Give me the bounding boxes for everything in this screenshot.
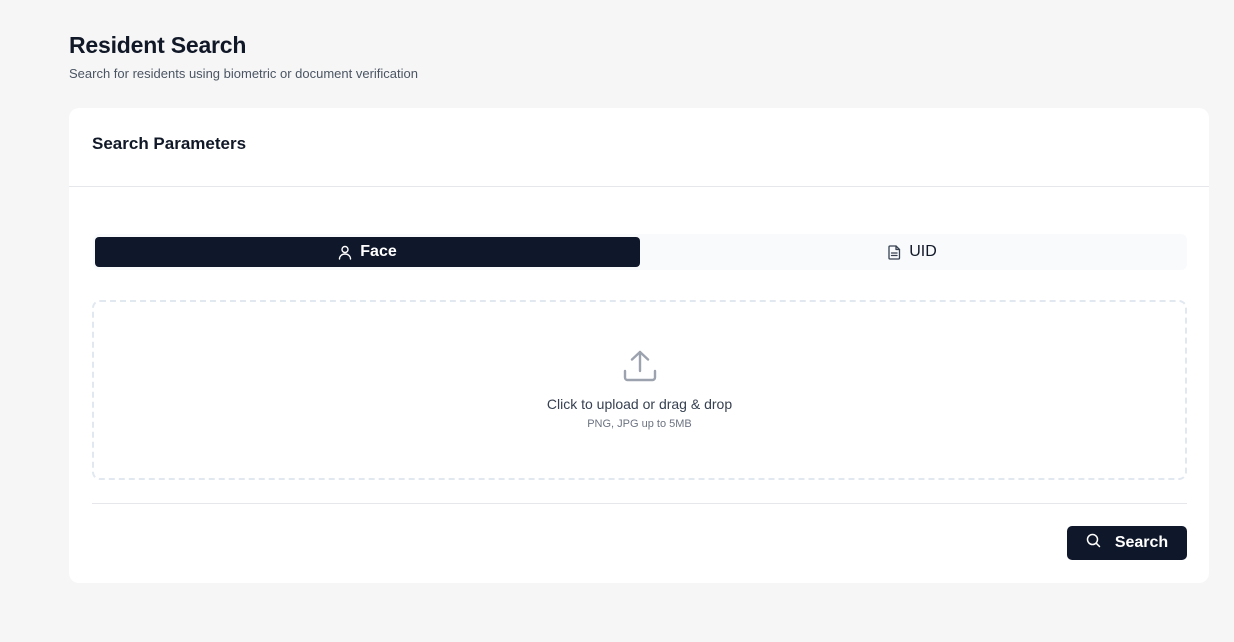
upload-primary-text: Click to upload or drag & drop — [546, 396, 733, 412]
page-subtitle: Search for residents using biometric or … — [69, 66, 418, 81]
divider — [92, 503, 1187, 504]
page-header: Resident Search Search for residents usi… — [69, 30, 418, 83]
upload-secondary-text: PNG, JPG up to 5MB — [587, 418, 692, 430]
tab-uid-label: UID — [909, 243, 937, 260]
tab-uid[interactable]: UID — [640, 237, 1185, 267]
page: Resident Search Search for residents usi… — [0, 0, 1234, 642]
search-mode-tabs: Face UID — [93, 234, 1187, 270]
upload-dropzone[interactable]: Click to upload or drag & drop PNG, JPG … — [92, 300, 1187, 480]
search-icon — [1086, 533, 1101, 553]
card-title: Search Parameters — [92, 134, 247, 153]
card-header: Search Parameters — [69, 108, 1209, 187]
page-title: Resident Search — [69, 32, 247, 58]
tab-face[interactable]: Face — [95, 237, 640, 267]
search-button-label: Search — [1114, 534, 1169, 551]
tab-face-label: Face — [360, 243, 397, 260]
upload-icon — [623, 349, 657, 383]
document-icon — [888, 244, 901, 260]
search-button[interactable]: Search — [1067, 526, 1187, 560]
user-icon — [338, 245, 352, 260]
search-parameters-card: Search Parameters Face UID Click to uplo… — [69, 108, 1209, 583]
